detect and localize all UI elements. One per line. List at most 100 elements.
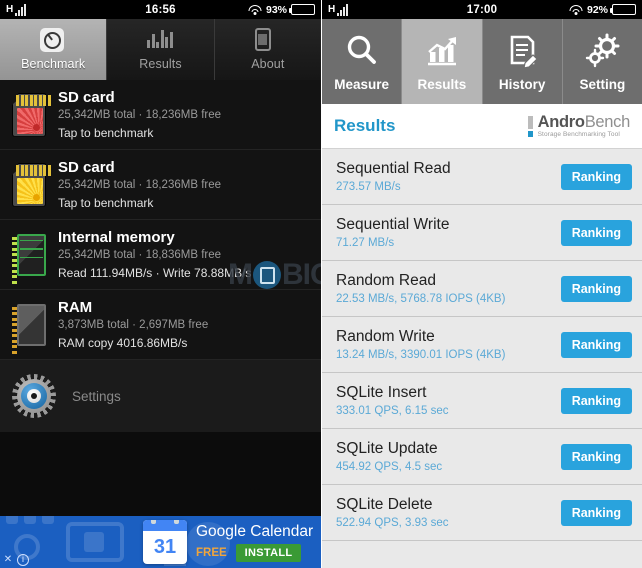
ranking-button[interactable]: Ranking: [560, 387, 632, 414]
result-value: 22.53 MB/s, 5768.78 IOPS (4KB): [336, 293, 506, 305]
brand-tagline: Storage Benchmarking Tool: [537, 131, 620, 138]
ad-price-label: FREE: [196, 546, 227, 559]
table-row: Random Write 13.24 MB/s, 3390.01 IOPS (4…: [322, 317, 642, 373]
bar-chart-icon: [147, 28, 173, 54]
gears-icon: [586, 33, 620, 67]
result-value: 454.92 QPS, 4.5 sec: [336, 461, 443, 473]
ad-content[interactable]: 31 Google Calendar FREE INSTALL: [139, 516, 321, 568]
table-row: SQLite Update 454.92 QPS, 4.5 sec Rankin…: [322, 429, 642, 485]
table-row: SQLite Delete 522.94 QPS, 3.93 sec Ranki…: [322, 485, 642, 541]
battery-percent-right: 92%: [586, 3, 608, 16]
androbench-logo: AndroBench Storage Benchmarking Tool: [527, 112, 631, 139]
battery-icon: [610, 4, 636, 15]
dual-screenshot-frame: H 16:56 93% Benchmark Results About SD c…: [0, 0, 642, 568]
ad-banner[interactable]: ✕ i 31 Google Calendar FREE INSTALL: [0, 516, 321, 568]
tab-about-label: About: [251, 57, 285, 71]
result-value: 273.57 MB/s: [336, 181, 401, 193]
ad-badge-group[interactable]: ✕ i: [2, 554, 29, 566]
table-row: Sequential Read 273.57 MB/s Ranking: [322, 149, 642, 205]
tab-measure-label: Measure: [334, 76, 390, 92]
brand-name-part2: Bench: [584, 112, 631, 131]
growth-chart-icon: [427, 36, 456, 65]
result-name: SQLite Delete: [336, 496, 433, 513]
device-capacity: 25,342MB total · 18,836MB free: [58, 249, 222, 261]
wifi-icon: [248, 4, 262, 15]
result-value: 333.01 QPS, 6.15 sec: [336, 405, 449, 417]
settings-label: Settings: [72, 388, 121, 404]
device-action: RAM copy 4016.86MB/s: [58, 336, 188, 350]
page-title: Results: [334, 116, 396, 135]
sd-card-yellow-icon: [12, 162, 51, 207]
device-action: Tap to benchmark: [58, 126, 154, 140]
result-name: Sequential Read: [336, 160, 451, 177]
tab-benchmark-label: Benchmark: [21, 57, 86, 71]
battery-icon: [289, 4, 315, 15]
table-row: Random Read 22.53 MB/s, 5768.78 IOPS (4K…: [322, 261, 642, 317]
tab-benchmark[interactable]: Benchmark: [0, 19, 108, 80]
status-right-cluster: 93%: [248, 4, 315, 16]
device-title: RAM: [58, 299, 93, 316]
ad-close-icon[interactable]: ✕: [2, 554, 14, 566]
result-name: SQLite Update: [336, 440, 438, 457]
tab-history-label: History: [498, 76, 546, 92]
ad-info-icon[interactable]: i: [17, 554, 29, 566]
magnifier-icon: [347, 35, 376, 64]
settings-row[interactable]: Settings: [0, 360, 321, 432]
sd-card-red-icon: [12, 92, 51, 137]
right-status-bar: H 17:00 92%: [322, 0, 642, 19]
tab-about[interactable]: About: [214, 19, 321, 80]
device-capacity: 25,342MB total · 18,236MB free: [58, 179, 222, 191]
benchmark-device-list: SD card 25,342MB total · 18,236MB free T…: [0, 80, 321, 432]
document-pencil-icon: [510, 35, 538, 69]
right-tab-bar: Measure Results History Setting: [322, 19, 642, 104]
google-calendar-icon: 31: [143, 520, 187, 564]
ad-title: Google Calendar: [196, 522, 314, 540]
list-item[interactable]: RAM 3,873MB total · 2,697MB free RAM cop…: [0, 290, 321, 360]
left-phone-panel: H 16:56 93% Benchmark Results About SD c…: [0, 0, 321, 568]
left-status-bar: H 16:56 93%: [0, 0, 321, 19]
memory-chip-gray-icon: [12, 303, 46, 354]
results-header: Results AndroBench Storage Benchmarking …: [322, 104, 642, 149]
result-name: Sequential Write: [336, 216, 450, 233]
phone-icon: [254, 28, 281, 54]
ranking-button[interactable]: Ranking: [560, 275, 632, 302]
results-list: Sequential Read 273.57 MB/s Ranking Sequ…: [322, 149, 642, 541]
tab-measure[interactable]: Measure: [322, 19, 403, 104]
ranking-button[interactable]: Ranking: [560, 499, 632, 526]
list-item[interactable]: Internal memory 25,342MB total · 18,836M…: [0, 220, 321, 290]
calendar-day-number: 31: [153, 536, 177, 558]
device-capacity: 25,342MB total · 18,236MB free: [58, 109, 222, 121]
list-item[interactable]: SD card 25,342MB total · 18,236MB free T…: [0, 150, 321, 220]
tab-setting-label: Setting: [579, 76, 626, 92]
brand-mark-icon: [527, 115, 533, 137]
tab-results-left-label: Results: [139, 57, 182, 71]
memory-chip-green-icon: [12, 233, 46, 284]
ranking-button[interactable]: Ranking: [560, 163, 632, 190]
tab-history[interactable]: History: [482, 19, 563, 104]
table-row: Sequential Write 71.27 MB/s Ranking: [322, 205, 642, 261]
status-right-cluster: 92%: [569, 4, 636, 16]
right-phone-panel: H 17:00 92% Measure Results History Sett…: [321, 0, 642, 568]
tab-results-right-label: Results: [417, 76, 467, 92]
result-name: Random Write: [336, 328, 435, 345]
result-name: SQLite Insert: [336, 384, 427, 401]
tab-results-left[interactable]: Results: [107, 19, 215, 80]
ranking-button[interactable]: Ranking: [560, 219, 632, 246]
ad-install-button[interactable]: INSTALL: [235, 543, 302, 562]
result-value: 13.24 MB/s, 3390.01 IOPS (4KB): [336, 349, 506, 361]
tab-results-right[interactable]: Results: [402, 19, 483, 104]
device-action: Read 111.94MB/s · Write 78.88MB/s: [58, 266, 252, 280]
list-item[interactable]: SD card 25,342MB total · 18,236MB free T…: [0, 80, 321, 150]
device-title: SD card: [58, 159, 115, 176]
ranking-button[interactable]: Ranking: [560, 331, 632, 358]
result-value: 71.27 MB/s: [336, 237, 395, 249]
battery-percent-left: 93%: [265, 3, 287, 16]
tab-setting[interactable]: Setting: [562, 19, 642, 104]
ranking-button[interactable]: Ranking: [560, 443, 632, 470]
gauge-icon: [40, 28, 66, 54]
wifi-icon: [569, 4, 583, 15]
device-title: Internal memory: [58, 229, 175, 246]
result-name: Random Read: [336, 272, 436, 289]
device-action: Tap to benchmark: [58, 196, 154, 210]
device-title: SD card: [58, 89, 115, 106]
